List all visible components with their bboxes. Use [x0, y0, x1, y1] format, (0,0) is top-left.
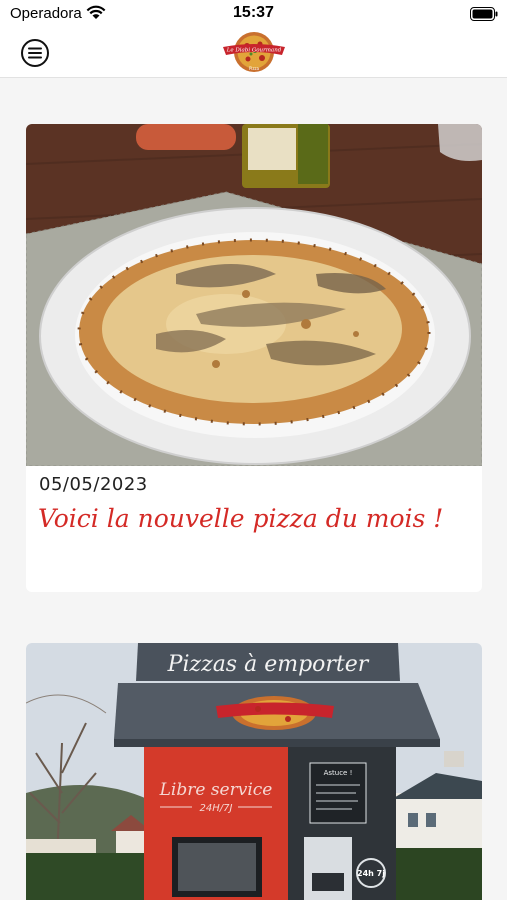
- logo-text-bottom: Pizza: [249, 66, 260, 71]
- status-bar: Operadora 15:37: [0, 0, 507, 28]
- kiosk-hours-text: 24H/7J: [200, 803, 233, 814]
- battery-icon: [470, 7, 498, 21]
- pizza-photo: [26, 124, 482, 466]
- nav-bar: Le Diabi Gourmand Pizza: [0, 28, 507, 78]
- post-title[interactable]: Voici la nouvelle pizza du mois !: [38, 504, 443, 533]
- logo-text-top: Le Diabi Gourmand: [226, 48, 282, 54]
- kiosk-board-title: Astuce !: [324, 769, 353, 777]
- kiosk-panel-text: Libre service: [159, 780, 273, 800]
- vending-kiosk-photo: Pizzas à emporter Libre service 24H/7J A…: [26, 643, 482, 900]
- news-card[interactable]: Pizzas à emporter Libre service 24H/7J A…: [26, 643, 482, 900]
- kiosk-sign-text: Pizzas à emporter: [167, 652, 370, 677]
- kiosk-badge-text: 24h 7j: [357, 869, 385, 878]
- menu-icon[interactable]: [20, 38, 50, 68]
- post-date: 05/05/2023: [39, 474, 148, 495]
- brand-logo[interactable]: Le Diabi Gourmand Pizza: [221, 28, 287, 76]
- news-card[interactable]: 05/05/2023 Voici la nouvelle pizza du mo…: [26, 124, 482, 592]
- clock: 15:37: [233, 4, 274, 21]
